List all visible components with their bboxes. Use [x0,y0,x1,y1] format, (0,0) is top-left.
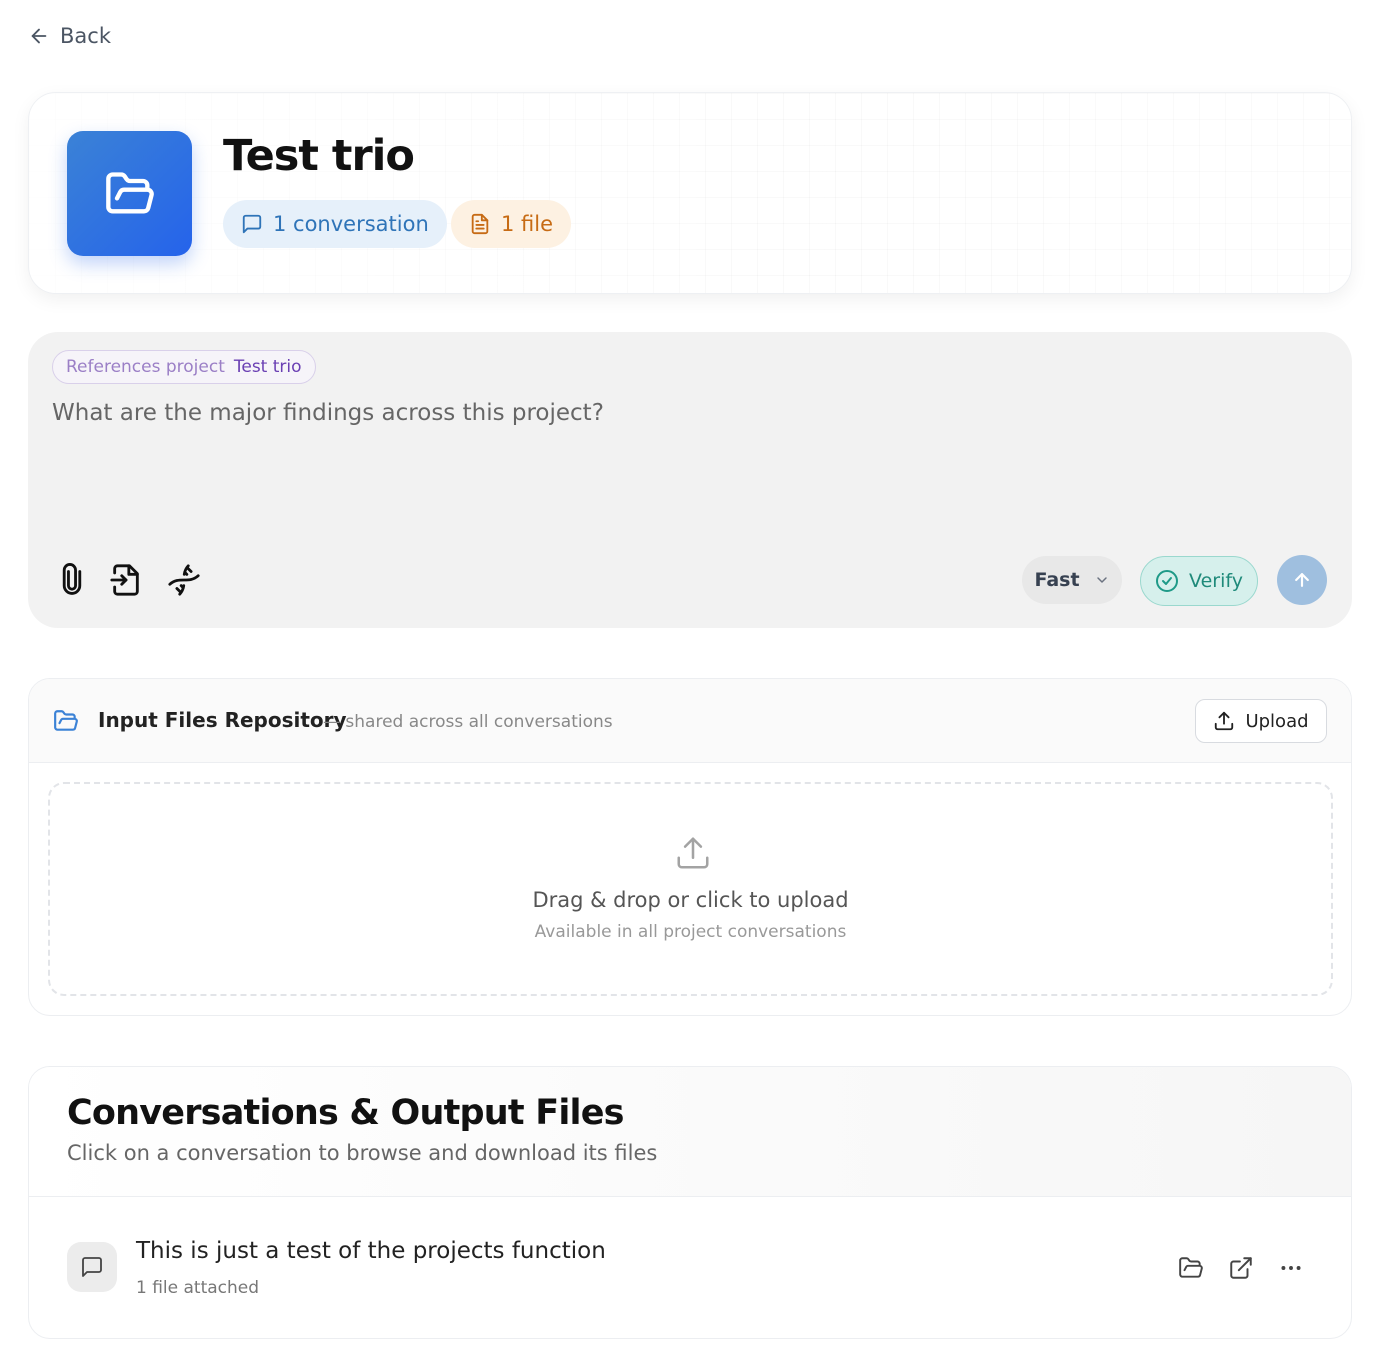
upload-label: Upload [1245,710,1309,732]
arrow-up-icon [1292,570,1312,590]
mode-select[interactable]: Fast [1022,556,1122,604]
folder-open-icon [67,131,192,256]
list-item[interactable]: This is just a test of the projects func… [29,1198,1351,1338]
verify-toggle[interactable]: Verify [1140,556,1258,606]
folder-open-icon [53,708,79,734]
conversation-count-badge[interactable]: 1 conversation [223,200,447,248]
dna-icon[interactable] [164,560,204,600]
repository-title: Input Files Repository [98,708,347,732]
upload-button[interactable]: Upload [1195,699,1327,743]
conversations-title: Conversations & Output Files [67,1093,625,1133]
conversation-name: This is just a test of the projects func… [136,1238,606,1264]
project-header-card: Test trio 1 conversation 1 file [28,92,1352,294]
file-text-icon [469,213,491,235]
file-count-badge[interactable]: 1 file [451,200,572,248]
message-square-icon [67,1242,117,1292]
paperclip-icon[interactable] [52,560,92,600]
project-reference-chip[interactable]: References project Test trio [52,350,316,384]
conversations-header: Conversations & Output Files Click on a … [29,1067,1351,1197]
reference-label: References project [66,357,225,377]
repository-subtitle: — shared across all conversations [323,712,613,732]
message-square-icon [241,213,263,235]
upload-icon [674,834,712,872]
back-label: Back [60,24,111,48]
arrow-left-icon [28,25,50,47]
mode-label: Fast [1034,569,1080,591]
dropzone-title: Drag & drop or click to upload [532,888,849,912]
chevron-down-icon [1094,572,1110,588]
reference-value: Test trio [233,357,302,377]
more-horizontal-icon[interactable] [1276,1253,1306,1283]
project-title: Test trio [223,131,415,181]
verify-label: Verify [1189,570,1243,592]
send-button[interactable] [1277,555,1327,605]
input-files-repository: Input Files Repository — shared across a… [28,678,1352,1016]
conversation-meta: 1 file attached [136,1278,260,1298]
upload-dropzone[interactable]: Drag & drop or click to upload Available… [48,782,1333,996]
check-circle-icon [1155,569,1179,593]
conversations-panel: Conversations & Output Files Click on a … [28,1066,1352,1339]
folder-open-icon[interactable] [1176,1253,1206,1283]
dropzone-subtitle: Available in all project conversations [534,922,847,942]
upload-icon [1213,710,1235,732]
back-button[interactable]: Back [28,24,111,48]
external-link-icon[interactable] [1226,1253,1256,1283]
file-count-label: 1 file [501,212,554,236]
chat-composer: References project Test trio What are th… [28,332,1352,628]
repository-header: Input Files Repository — shared across a… [29,679,1351,763]
file-import-icon[interactable] [106,560,146,600]
prompt-input[interactable]: What are the major findings across this … [52,400,604,426]
conversations-subtitle: Click on a conversation to browse and do… [67,1141,658,1165]
conversation-count-label: 1 conversation [273,212,429,236]
